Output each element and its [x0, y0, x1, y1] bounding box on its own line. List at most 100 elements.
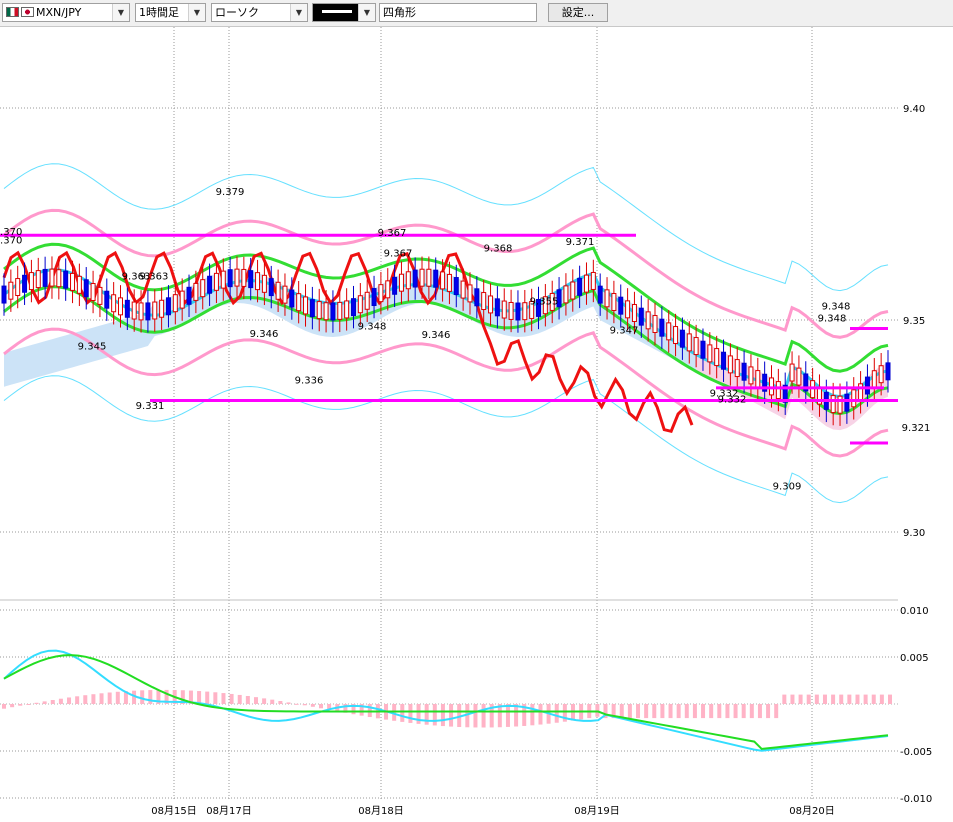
macd-histogram-bar	[514, 704, 519, 727]
candle-body	[796, 367, 802, 386]
candle-body	[721, 351, 727, 370]
macd-histogram-bar	[115, 691, 120, 704]
candle-body	[515, 302, 521, 321]
macd-histogram-bar	[595, 704, 600, 717]
candle-body	[638, 307, 644, 326]
macd-panel	[2, 649, 892, 752]
macd-axis-tick-label: 0.010	[900, 606, 929, 617]
candle-body	[316, 301, 322, 320]
macd-axis-tick-label: -0.005	[900, 747, 932, 758]
candle-body	[679, 329, 685, 348]
price-label: 9.368	[484, 243, 513, 254]
candle-body	[111, 294, 117, 313]
candle-body	[652, 315, 658, 334]
macd-histogram-bar	[538, 704, 543, 725]
macd-histogram-bar	[42, 701, 47, 704]
price-label: 9.363	[140, 272, 169, 283]
macd-histogram-bar	[717, 704, 722, 719]
price-label: 9.321	[902, 423, 931, 434]
price-label: 9.332	[718, 395, 747, 406]
x-axis-tick-label: 08月19日	[574, 805, 619, 817]
macd-histogram-bar	[668, 704, 673, 719]
macd-histogram-bar	[34, 702, 39, 704]
candle-body	[789, 363, 795, 382]
candle-body	[282, 285, 288, 304]
macd-histogram-bar	[148, 690, 153, 704]
macd-histogram-bar	[757, 704, 762, 719]
macd-histogram-bar	[286, 702, 291, 704]
candle-body	[871, 370, 877, 389]
macd-histogram-bar	[319, 704, 324, 709]
candle-body	[234, 268, 240, 287]
candle-body	[844, 393, 850, 412]
macd-histogram-bar	[660, 704, 665, 719]
macd-histogram-bar	[725, 704, 730, 719]
candle-body	[405, 271, 411, 290]
candle-body	[563, 285, 569, 304]
macd-histogram-bar	[91, 694, 96, 704]
price-label: 9.309	[773, 482, 802, 493]
candle-body	[309, 299, 315, 318]
macd-histogram-bar	[814, 694, 819, 704]
macd-histogram-bar	[26, 704, 31, 705]
candle-body	[213, 272, 219, 291]
candle-body	[63, 270, 69, 289]
candle-body	[741, 362, 747, 381]
candle-body	[755, 370, 761, 389]
candle-body	[90, 283, 96, 301]
macd-histogram-bar	[554, 704, 559, 723]
macd-histogram-bar	[701, 704, 706, 719]
macd-histogram-bar	[847, 694, 852, 704]
candle-body	[392, 276, 398, 295]
candle-body	[645, 311, 651, 330]
price-label: 9.345	[78, 342, 107, 353]
candle-body	[42, 268, 48, 287]
macd-histogram-bar	[367, 704, 372, 718]
candle-body	[344, 300, 350, 319]
macd-histogram-bar	[619, 704, 624, 719]
macd-histogram-bar	[10, 704, 15, 708]
candle-body	[152, 301, 158, 320]
macd-histogram-bar	[253, 697, 258, 704]
price-label: 9.348	[818, 313, 847, 324]
candle-body	[385, 280, 391, 299]
chart-grid	[0, 27, 898, 800]
candle-body	[433, 269, 439, 288]
y-axis-tick-label: 9.40	[903, 104, 925, 115]
macd-histogram-bar	[652, 704, 657, 719]
macd-histogram-bar	[18, 704, 23, 706]
macd-histogram-bar	[774, 704, 779, 719]
candle-body	[467, 284, 473, 303]
candle-body	[97, 286, 103, 305]
macd-histogram-bar	[205, 691, 210, 704]
price-label: 9.370	[0, 236, 22, 247]
candle-body	[625, 300, 631, 319]
candle-body	[577, 277, 583, 296]
candle-body	[193, 282, 199, 301]
candle-body	[207, 275, 213, 294]
macd-histogram-bar	[302, 704, 307, 706]
macd-histogram-bar	[839, 694, 844, 704]
x-axis-tick-label: 08月17日	[206, 805, 251, 817]
macd-histogram-bar	[278, 701, 283, 704]
price-label: 9.355	[530, 296, 559, 307]
macd-histogram-bar	[67, 697, 72, 704]
candle-body	[570, 281, 576, 300]
macd-histogram-bar	[733, 704, 738, 719]
candle-body	[131, 301, 137, 320]
macd-histogram-bar	[692, 704, 697, 719]
candle-body	[35, 270, 41, 289]
candle-body	[700, 340, 706, 359]
price-label: 9.336	[295, 376, 324, 387]
candle-body	[775, 381, 781, 400]
macd-histogram-bar	[644, 704, 649, 719]
candle-body	[220, 270, 226, 289]
macd-histogram-bar	[709, 704, 714, 719]
candle-body	[611, 293, 617, 311]
candle-body	[748, 366, 754, 385]
candle-body	[248, 270, 254, 289]
x-axis-tick-label: 08月15日	[151, 805, 196, 817]
candle-body	[378, 284, 384, 303]
candle-body	[474, 288, 480, 307]
candle-body	[28, 272, 34, 291]
